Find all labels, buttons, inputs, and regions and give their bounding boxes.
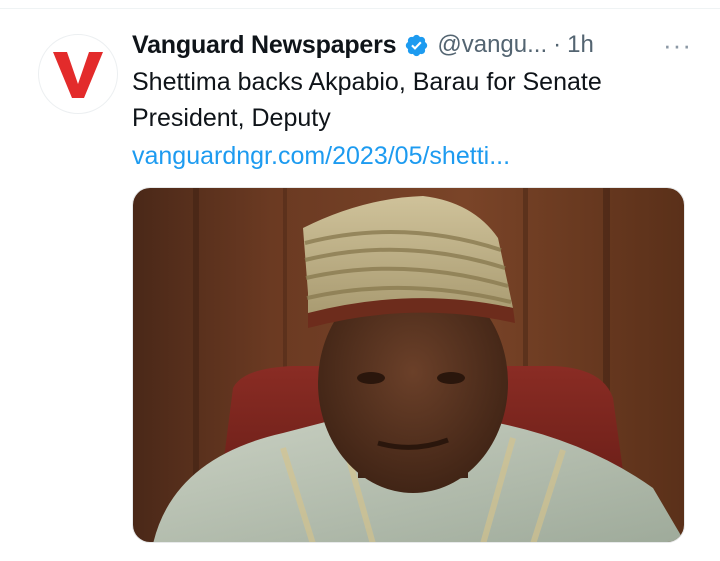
timestamp[interactable]: 1h — [567, 31, 594, 59]
verified-badge-icon — [404, 33, 429, 58]
author-name[interactable]: Vanguard Newspapers — [132, 31, 397, 60]
more-dots-icon[interactable]: ··· — [663, 30, 692, 61]
avatar[interactable] — [38, 34, 118, 114]
tweet-link[interactable]: vanguardngr.com/2023/05/shetti... — [132, 138, 692, 174]
photo-illustration — [133, 188, 684, 542]
tweet-text-line: Shettima backs Akpabio, Barau for Senate — [132, 68, 602, 96]
author-handle[interactable]: @vangu... — [437, 31, 547, 59]
tweet-text: Shettima backs Akpabio, Barau for Senate… — [132, 64, 692, 136]
tweet-text-line: President, Deputy — [132, 104, 331, 132]
top-divider — [0, 8, 720, 9]
separator-dot: · — [553, 31, 562, 58]
tweet-header: Vanguard Newspapers @vangu... · 1h ··· — [132, 28, 692, 62]
vanguard-logo-icon — [53, 52, 103, 98]
tweet-image[interactable] — [132, 187, 685, 543]
